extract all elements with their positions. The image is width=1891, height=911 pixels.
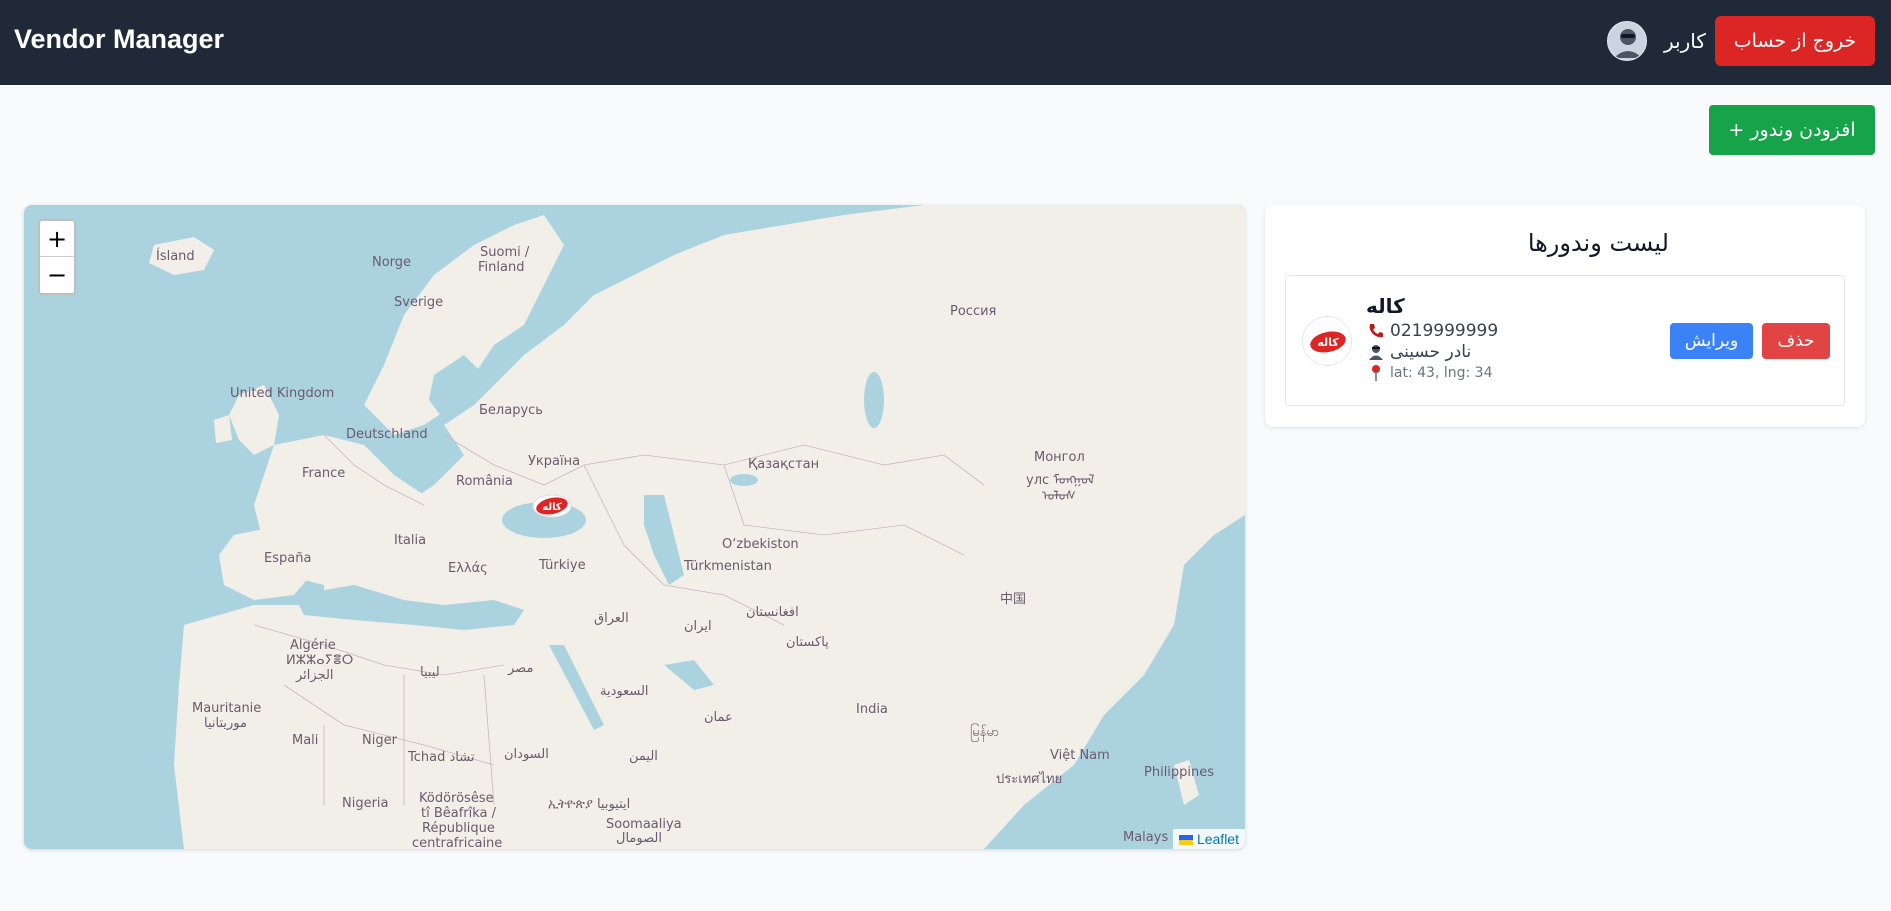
top-navbar: Vendor Manager کاربر خروج از حساب (0, 0, 1891, 85)
map-label: centrafricaine (412, 836, 503, 849)
map-label: Türkmenistan (684, 559, 772, 574)
map-label: မြန်မာ (970, 725, 1000, 740)
map-label: Nigeria (342, 796, 389, 811)
map-label: Ísland (156, 249, 195, 264)
map-label: Ködörösêse (419, 791, 494, 806)
vendor-name: کاله (1366, 294, 1405, 318)
map-label: O‘zbekiston (722, 537, 799, 552)
map-label: Deutschland (346, 427, 428, 442)
map-label: Россия (950, 304, 997, 319)
map-label: Ελλάς (448, 561, 488, 576)
logout-button[interactable]: خروج از حساب (1715, 16, 1875, 66)
vendor-phone-row: 0219999999 (1366, 321, 1566, 341)
map-label: 中国 (1000, 592, 1027, 607)
map-label: افغانستان (746, 605, 799, 620)
brand-title: Vendor Manager (14, 24, 225, 54)
add-vendor-button[interactable]: + افزودن وندور (1709, 105, 1875, 155)
map-label: اليمن (629, 749, 658, 764)
attribution-link[interactable]: Leaflet (1197, 831, 1239, 847)
vendor-coords: lat: 43, lng: 34 (1390, 365, 1493, 381)
vendor-contact: نادر حسینی (1390, 342, 1472, 362)
vendor-phone: 0219999999 (1390, 321, 1499, 341)
zoom-in-button[interactable]: + (40, 221, 74, 257)
vendor-list-panel: لیست وندورها کاله کاله 0219999999 نادر ح… (1265, 205, 1865, 427)
map-label: عمان (704, 710, 733, 725)
map-label: France (302, 466, 346, 481)
map-label: Finland (478, 260, 525, 275)
map-label: Philippines (1144, 765, 1215, 780)
user-avatar-icon (1607, 21, 1647, 61)
map-label: الجزائر (296, 668, 334, 683)
vendor-logo-icon: کاله (1302, 316, 1352, 366)
zoom-control: + − (38, 219, 76, 295)
map-label: Монгол (1034, 450, 1085, 465)
map-label: Niger (362, 733, 397, 748)
map-label: United Kingdom (230, 386, 335, 401)
map-label: العراق (594, 611, 629, 626)
map-label: Soomaaliya (606, 817, 682, 832)
map-label: Italia (394, 533, 427, 548)
delete-vendor-button[interactable]: حذف (1762, 323, 1830, 359)
map-label: Türkiye (539, 558, 586, 573)
map-label: موريتانيا (204, 716, 247, 731)
person-icon (1366, 342, 1386, 362)
map-label: ᠤᠯᠤᠰ (1042, 489, 1076, 504)
vendor-list-title: لیست وندورها (1527, 229, 1669, 257)
map-label: ایران (684, 619, 712, 634)
map-label: Suomi / (480, 245, 530, 260)
vendor-marker-icon[interactable]: کاله (532, 493, 572, 519)
map-label: România (456, 474, 513, 489)
map-label: ኢትዮጵያ ایتیوبیا (548, 797, 631, 812)
map-label: پاکستان (786, 635, 829, 650)
map-label: Norge (372, 255, 412, 270)
map-label: ประเทศไทย (996, 772, 1063, 787)
map-label: Mali (292, 733, 319, 748)
svg-text:کاله: کاله (1317, 336, 1339, 349)
edit-vendor-button[interactable]: ویرایش (1670, 323, 1753, 359)
map-label: Algérie (290, 638, 336, 653)
vendor-info: کاله 0219999999 نادر حسینی lat: 43, lng:… (1366, 294, 1566, 383)
map-label: Sverige (394, 295, 444, 310)
map-label: Қазақстан (748, 457, 820, 472)
flag-icon (1178, 835, 1193, 846)
map-label: Mauritanie (192, 701, 262, 716)
map-label: tî Bêafrîka / (421, 806, 497, 821)
map-attribution[interactable]: Leaflet (1172, 829, 1245, 849)
zoom-out-button[interactable]: − (40, 257, 74, 293)
map-label: République (422, 821, 495, 836)
map-label: Беларусь (479, 403, 543, 418)
svg-text:کاله: کاله (542, 502, 562, 513)
vendor-card: کاله کاله 0219999999 نادر حسینی lat: 43,… (1285, 275, 1845, 406)
pin-icon (1366, 363, 1386, 383)
map-label: India (856, 702, 888, 717)
map-label: Tchad تشاد (408, 750, 475, 765)
map-label: Malays (1123, 830, 1169, 845)
vendor-coords-row: lat: 43, lng: 34 (1366, 363, 1566, 383)
map-label: السعودية (600, 684, 649, 699)
user-menu[interactable]: کاربر (1607, 21, 1706, 61)
map-label: الصومال (616, 831, 662, 846)
vendor-map[interactable]: + − Ísland Norge Suomi / Finland Sverige… (24, 205, 1245, 849)
map-label: Việt Nam (1050, 748, 1110, 763)
user-name: کاربر (1664, 29, 1706, 53)
map-label: ⵍⵣⵣⴰⵢⴻⵔ (286, 653, 354, 668)
map-label: Україна (528, 454, 581, 469)
map-label: السودان (504, 747, 549, 762)
phone-icon (1366, 321, 1386, 341)
map-label: مصر (508, 661, 534, 676)
map-label: ليبيا (420, 665, 440, 680)
map-label: España (264, 551, 312, 566)
vendor-contact-row: نادر حسینی (1366, 342, 1566, 362)
